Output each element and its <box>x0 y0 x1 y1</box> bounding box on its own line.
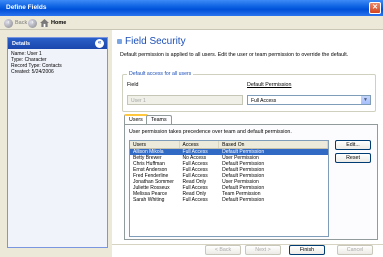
section-bullet-icon <box>117 39 122 44</box>
tab-teams[interactable]: Teams <box>146 115 172 124</box>
table-row[interactable]: Sarah Whiting Full Access Default Permissi… <box>130 197 328 203</box>
based-on-cell: Default Permission <box>222 197 265 203</box>
details-panel: Details « Name: User 1 Type: Character R… <box>7 37 108 248</box>
page-title: Field Security <box>125 36 186 47</box>
back-nav-label: Back <box>15 20 28 26</box>
back-nav-button[interactable]: ‹ Back <box>4 18 27 28</box>
home-nav-button[interactable]: Home <box>40 18 66 28</box>
table-body: Allison Mikola Full Access Default Permiss… <box>130 149 328 203</box>
table-header: Users Access Based On <box>130 141 328 149</box>
details-header: Details « <box>8 38 107 49</box>
access-cell: Full Access <box>182 197 208 203</box>
define-fields-window: Define Fields ✕ ‹ Back › Home Details « … <box>0 0 383 257</box>
default-access-group: Default access for all users Field Defau… <box>122 71 376 112</box>
collapse-icon[interactable]: « <box>95 39 104 48</box>
finish-button[interactable]: Finish <box>289 245 325 255</box>
chevron-down-icon[interactable]: ▼ <box>361 96 370 104</box>
cancel-button[interactable]: Cancel <box>337 245 373 255</box>
reset-button[interactable]: Reset <box>335 153 371 163</box>
next-button: Next > <box>245 245 281 255</box>
users-tab-panel: User permission takes precedence over te… <box>124 124 378 240</box>
default-permission-label: Default Permission <box>247 82 292 88</box>
tab-users[interactable]: Users <box>124 114 148 124</box>
precedence-note: User permission takes precedence over te… <box>129 129 292 135</box>
default-permission-value: Full Access <box>251 98 277 104</box>
title-bar[interactable]: Define Fields ✕ <box>0 0 383 16</box>
forward-nav-button[interactable]: › <box>28 18 39 28</box>
page-description: Default permission is applied to all use… <box>120 52 349 58</box>
field-label: Field <box>127 82 139 88</box>
navigation-bar: ‹ Back › Home <box>0 16 383 30</box>
details-title: Details <box>12 41 31 47</box>
edit-button[interactable]: Edit... <box>335 140 371 150</box>
back-arrow-icon: ‹ <box>4 18 13 28</box>
forward-arrow-icon: › <box>28 18 37 28</box>
details-body: Name: User 1 Type: Character Record Type… <box>8 49 107 247</box>
close-icon: ✕ <box>372 4 378 11</box>
column-header-based-on[interactable]: Based On <box>219 141 328 148</box>
window-title: Define Fields <box>6 4 47 11</box>
details-line: Created: 5/24/2006 <box>11 69 54 75</box>
column-header-users[interactable]: Users <box>130 141 180 148</box>
field-security-content: Field Security Default permission is app… <box>112 30 383 257</box>
user-permissions-table[interactable]: Users Access Based On Allison Mikola Full… <box>129 140 329 237</box>
default-permission-select[interactable]: Full Access ▼ <box>247 95 371 105</box>
user-name-cell: Sarah Whiting <box>133 197 165 203</box>
home-nav-label: Home <box>51 20 67 26</box>
close-button[interactable]: ✕ <box>369 2 381 14</box>
column-header-access[interactable]: Access <box>180 141 220 148</box>
default-access-legend: Default access for all users <box>127 71 194 77</box>
field-name-input: User 1 <box>127 95 243 105</box>
back-button: < Back <box>205 245 241 255</box>
home-icon <box>40 19 49 27</box>
